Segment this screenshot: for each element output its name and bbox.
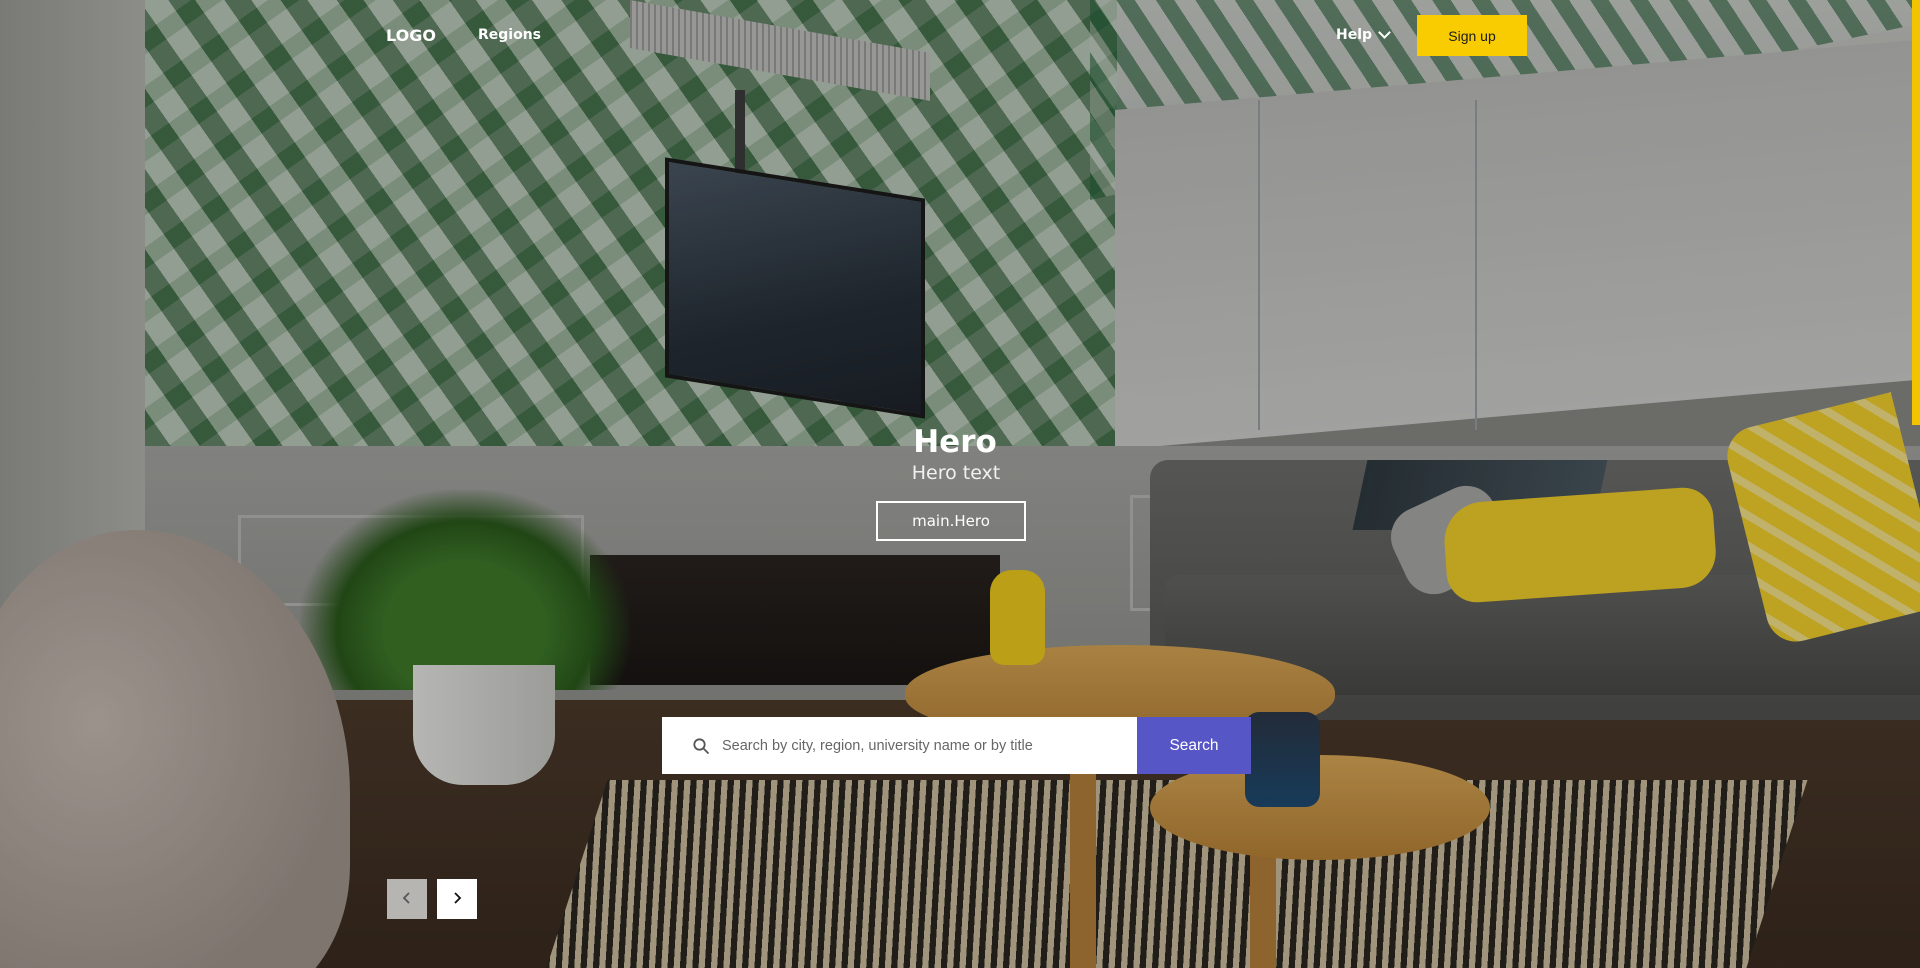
site-header: LOGO Regions Help Sign up [0,0,1920,70]
chevron-left-icon [401,891,413,908]
hero-text: Hero text [911,462,1001,484]
search-icon [692,737,710,755]
carousel-next-button[interactable] [437,879,477,919]
hero-title: Hero [913,424,997,460]
chevron-right-icon [451,891,463,908]
carousel-prev-button[interactable] [387,879,427,919]
signup-button[interactable]: Sign up [1417,15,1527,56]
hero-background-image [0,0,1920,968]
search-bar [662,717,1137,774]
help-label: Help [1336,27,1373,43]
hero-button[interactable]: main.Hero [876,501,1026,541]
nav-link-regions[interactable]: Regions [478,27,541,43]
help-dropdown[interactable]: Help [1336,26,1391,43]
logo[interactable]: LOGO [386,26,436,45]
search-button[interactable]: Search [1137,717,1251,774]
search-input[interactable] [720,736,1137,755]
chevron-down-icon [1378,26,1391,39]
